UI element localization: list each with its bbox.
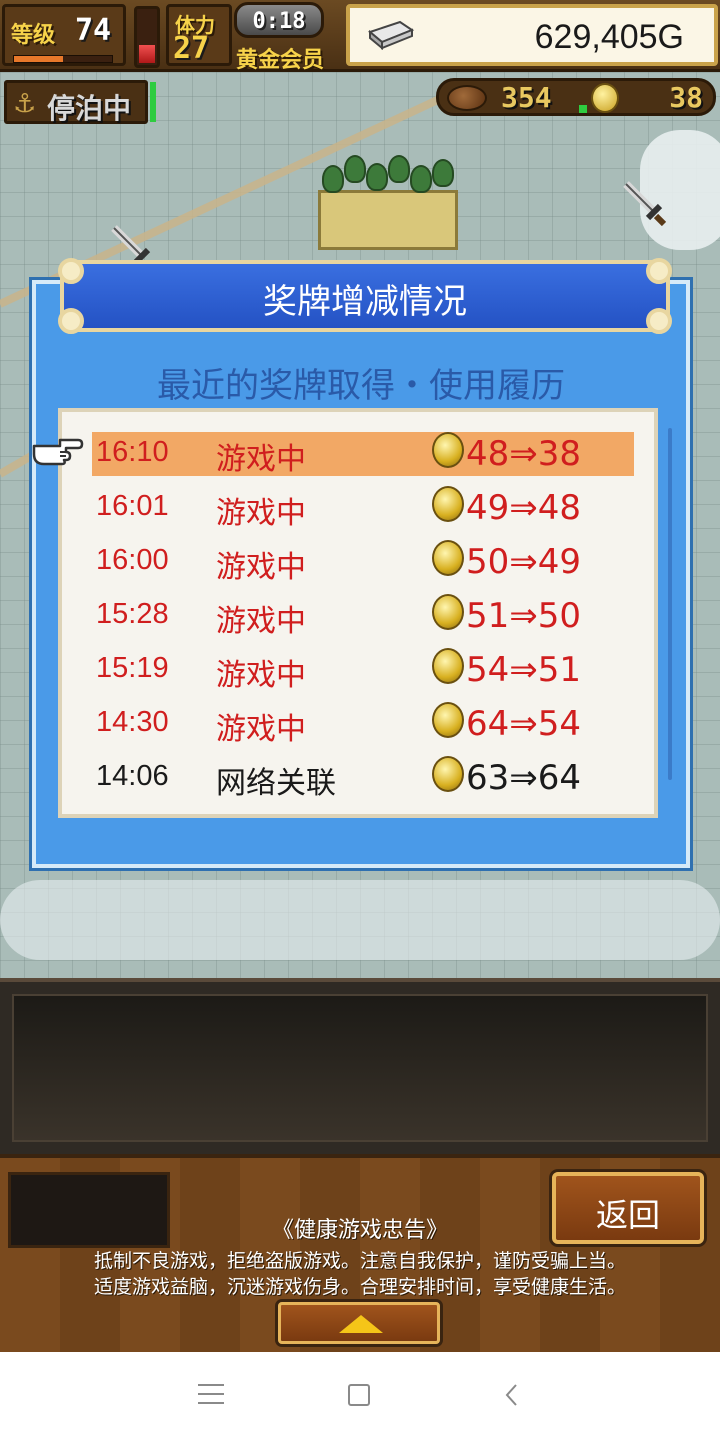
medal-icon [432,594,464,630]
row-change: 64⇒54 [466,704,582,744]
level-progress-bar [13,55,113,63]
gold-amount: 629,405G [534,18,684,56]
map-cloud [0,880,720,960]
moored-status[interactable]: ⚓ 停泊中 [4,80,148,125]
health-advisory-line: 适度游戏益脑，沉迷游戏伤身。合理安排时间，享受健康生活。 [93,1276,626,1298]
up-arrow-icon [339,1315,383,1333]
health-advisory-title: 《健康游戏忠告》 [271,1218,448,1243]
home-icon[interactable] [348,1384,370,1406]
message-window [0,978,720,1154]
row-reason: 游戏中 [216,712,306,747]
ball-icon [447,85,487,111]
stamina-value: 27 [173,31,210,66]
timer-value: 0:18 [252,9,306,34]
history-row[interactable]: 14:06 网络关联 63⇒64 [92,756,634,801]
status-dot [579,105,587,113]
member-status: 黄金会员 [236,48,325,73]
anchor-icon: ⚓ [13,89,37,119]
row-reason: 游戏中 [216,442,306,477]
list-scrollbar[interactable] [668,428,672,780]
dialog-title: 奖牌增减情况 [263,282,467,322]
row-time: 14:30 [96,706,169,738]
row-time: 15:28 [96,598,169,630]
medal-icon [432,648,464,684]
expand-menu-button[interactable] [278,1302,440,1344]
bottom-panel: 返回 《健康游戏忠告》 抵制不良游戏，拒绝盗版游戏。注意自我保护，谨防受骗上当。… [0,1154,720,1352]
row-time: 15:19 [96,652,169,684]
row-reason: 游戏中 [216,658,306,693]
row-change: 51⇒50 [466,596,582,636]
stamina-gauge-fill [139,44,155,63]
medal-icon [432,540,464,576]
row-time: 16:00 [96,544,169,576]
moored-indicator [150,82,156,122]
top-hud: 等级 74 体力 27 0:18 黄金会员 629,405G [0,0,720,73]
gold-display: 629,405G [346,4,718,66]
map-forest [322,155,462,205]
row-change: 48⇒38 [466,434,582,474]
history-row[interactable]: 15:28 游戏中 51⇒50 [92,594,634,639]
medal-icon [432,486,464,522]
back-icon[interactable] [500,1382,526,1408]
row-time: 16:10 [96,436,169,468]
stamina-gauge [134,6,160,68]
medal-icon [432,756,464,792]
dialog-header: 奖牌增减情况 [58,258,672,334]
medal-icon [432,702,464,738]
history-row[interactable]: 16:10 游戏中 48⇒38 [92,432,634,477]
stamina-display: 体力 27 [166,4,232,66]
medal-icon [432,432,464,468]
row-reason: 游戏中 [216,496,306,531]
sword-icon[interactable] [620,180,666,226]
dialog-subtitle: 最近的奖牌取得・使用履历 [157,366,565,406]
history-row[interactable]: 15:19 游戏中 54⇒51 [92,648,634,693]
level-progress-fill [14,56,63,62]
row-time: 16:01 [96,490,169,522]
row-reason: 网络关联 [216,766,336,801]
row-change: 49⇒48 [466,488,582,528]
medal-count: 38 [669,81,703,114]
row-change: 63⇒64 [466,758,582,798]
row-reason: 游戏中 [216,550,306,585]
row-time: 14:06 [96,760,169,792]
health-advisory-line: 抵制不良游戏，拒绝盗版游戏。注意自我保护，谨防受骗上当。 [93,1250,626,1272]
history-row[interactable]: 16:01 游戏中 49⇒48 [92,486,634,531]
message-window-inner [12,994,708,1142]
level-label: 等级 [11,23,56,48]
row-change: 54⇒51 [466,650,582,690]
pointing-hand-icon [32,438,84,466]
medal-icon [591,83,619,113]
history-row[interactable]: 16:00 游戏中 50⇒49 [92,540,634,585]
menu-icon[interactable] [198,1384,224,1406]
level-value: 74 [75,13,112,48]
moored-label: 停泊中 [47,92,132,125]
history-list[interactable]: 16:10 游戏中 48⇒38 16:01 游戏中 49⇒48 16:00 游戏… [58,408,658,818]
medal-history-dialog: 奖牌增减情况 最近的奖牌取得・使用履历 16:10 游戏中 48⇒38 16:0… [32,258,690,868]
history-row[interactable]: 14:30 游戏中 64⇒54 [92,702,634,747]
stamina-timer: 0:18 [234,2,324,38]
resource-display: 354 38 [436,78,716,116]
row-reason: 游戏中 [216,604,306,639]
row-change: 50⇒49 [466,542,582,582]
silver-bar-icon [367,20,415,50]
ball-count: 354 [501,81,552,114]
system-nav-bar [0,1352,720,1440]
level-display: 等级 74 [2,4,126,66]
